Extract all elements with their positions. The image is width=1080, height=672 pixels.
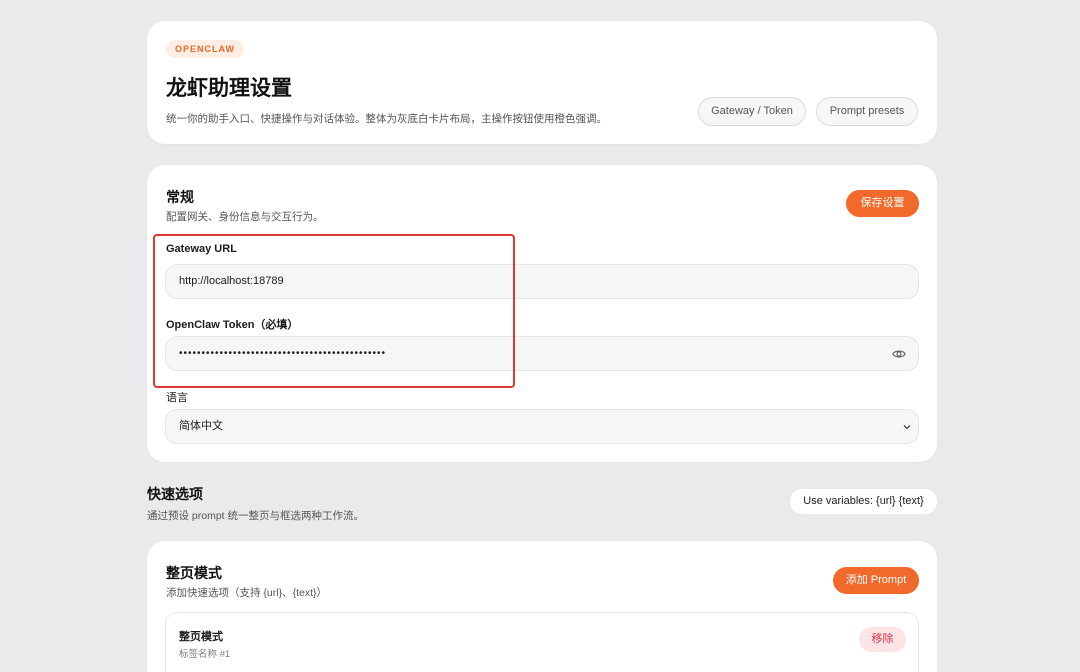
general-title: 常规 [166, 189, 194, 205]
add-prompt-button[interactable]: 添加 Prompt [833, 567, 919, 594]
quick-options-description: 通过预设 prompt 统一整页与框选两种工作流。 [147, 510, 365, 522]
highlight-box [153, 234, 515, 388]
language-select[interactable]: 简体中文 [165, 409, 919, 444]
full-page-description: 添加快速选项（支持 {url}、{text}） [166, 587, 328, 599]
full-page-title: 整页模式 [166, 565, 222, 581]
quick-options-title: 快速选项 [147, 486, 203, 502]
brand-badge: OPENCLAW [166, 40, 245, 58]
gateway-token-button[interactable]: Gateway / Token [698, 97, 806, 126]
variables-hint-pill: Use variables: {url} {text} [790, 489, 937, 514]
page-description: 统一你的助手入口、快捷操作与对话体验。整体为灰底白卡片布局，主操作按钮使用橙色强… [166, 113, 607, 125]
language-value: 简体中文 [179, 420, 223, 432]
remove-button[interactable]: 移除 [859, 627, 906, 652]
page-title: 龙虾助理设置 [166, 77, 292, 100]
full-page-card: 整页模式 添加快速选项（支持 {url}、{text}） 添加 Prompt 整… [147, 541, 937, 672]
save-button[interactable]: 保存设置 [846, 190, 919, 217]
prompt-item-title: 整页模式 [179, 631, 223, 643]
prompt-item: 整页模式 标签名称 #1 移除 [165, 612, 919, 672]
chevron-down-icon [903, 425, 911, 430]
general-description: 配置网关、身份信息与交互行为。 [166, 211, 324, 223]
language-label: 语言 [166, 392, 188, 404]
prompt-presets-button[interactable]: Prompt presets [816, 97, 918, 126]
eye-icon[interactable] [892, 347, 906, 361]
prompt-item-subtitle: 标签名称 #1 [179, 649, 231, 660]
header-card: OPENCLAW 龙虾助理设置 统一你的助手入口、快捷操作与对话体验。整体为灰底… [147, 21, 937, 144]
